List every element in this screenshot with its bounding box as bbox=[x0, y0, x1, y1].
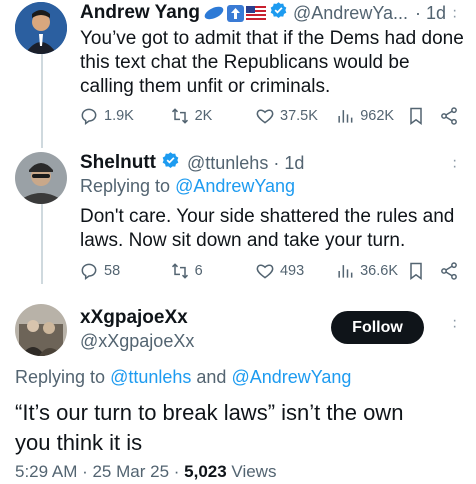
bookmark-button[interactable] bbox=[406, 106, 426, 126]
retweet-button[interactable]: 2K bbox=[170, 106, 227, 126]
mention-link[interactable]: @AndrewYang bbox=[231, 367, 351, 387]
more-options-icon[interactable]: · · bbox=[452, 153, 457, 175]
author-name[interactable]: xXgpajoeXx bbox=[80, 307, 188, 329]
views-count: 5,023 bbox=[184, 462, 227, 481]
more-options-icon[interactable]: · · bbox=[452, 313, 457, 335]
reply-button[interactable]: 58 bbox=[79, 261, 144, 281]
bookmark-icon bbox=[410, 262, 422, 280]
views-button[interactable]: 36.6K bbox=[335, 261, 398, 281]
share-button[interactable] bbox=[439, 106, 459, 126]
share-icon bbox=[441, 262, 457, 280]
author-name[interactable]: Andrew Yang bbox=[80, 2, 200, 24]
reply-button[interactable]: 1.9K bbox=[79, 106, 144, 126]
timestamp[interactable]: 5:29 AM · 25 Mar 25 · bbox=[15, 462, 184, 481]
more-options-icon[interactable]: · · bbox=[452, 3, 457, 25]
analytics-icon bbox=[338, 110, 353, 123]
avatar-shelnutt[interactable] bbox=[15, 152, 67, 204]
heart-icon bbox=[256, 109, 274, 124]
retweet-button[interactable]: 6 bbox=[170, 261, 227, 281]
follow-button[interactable]: Follow bbox=[331, 311, 424, 344]
mention-link[interactable]: @ttunlehs bbox=[110, 367, 191, 387]
flag-badges-icon bbox=[203, 4, 267, 22]
reply-icon bbox=[81, 108, 97, 125]
thread-line-1 bbox=[41, 52, 43, 148]
replying-to: Replying to @AndrewYang bbox=[80, 176, 296, 196]
avatar-andrew-yang[interactable] bbox=[15, 2, 67, 54]
retweet-icon bbox=[171, 108, 188, 124]
replying-to: Replying to @ttunlehs and @AndrewYang bbox=[15, 367, 352, 387]
tweet-meta: 5:29 AM · 25 Mar 25 · 5,023 Views bbox=[15, 462, 276, 482]
tweet-text: “It’s our turn to break laws” isn’t the … bbox=[15, 400, 404, 455]
views-button[interactable]: 962K bbox=[335, 106, 398, 126]
bookmark-icon bbox=[410, 107, 422, 125]
retweet-icon bbox=[171, 263, 188, 279]
author-handle[interactable]: @AndrewYa... bbox=[293, 3, 408, 24]
like-button[interactable]: 37.5K bbox=[255, 106, 323, 126]
author-handle[interactable]: @ttunlehs · 1d bbox=[187, 153, 304, 174]
avatar-xxgpajoexx[interactable] bbox=[15, 304, 67, 356]
bookmark-button[interactable] bbox=[406, 261, 426, 281]
tweet-actions: 58 6 493 36.6K bbox=[79, 261, 459, 281]
verified-badge-icon bbox=[269, 1, 288, 25]
views-label: Views bbox=[226, 462, 277, 481]
thread-line-2 bbox=[41, 202, 43, 284]
tweet-text: You’ve got to admit that if the Dems had… bbox=[80, 28, 464, 97]
share-button[interactable] bbox=[439, 261, 459, 281]
reply-icon bbox=[81, 263, 97, 280]
tweet-actions: 1.9K 2K 37.5K 962K bbox=[79, 106, 459, 126]
author-name[interactable]: Shelnutt bbox=[80, 152, 156, 174]
like-button[interactable]: 493 bbox=[255, 261, 323, 281]
author-handle[interactable]: @xXgpajoeXx bbox=[80, 331, 194, 352]
verified-badge-icon bbox=[161, 151, 180, 175]
heart-icon bbox=[256, 264, 274, 279]
tweet-time[interactable]: · 1d bbox=[415, 3, 446, 24]
tweet-text: Don't care. Your side shattered the rule… bbox=[80, 206, 455, 251]
mention-link[interactable]: @AndrewYang bbox=[175, 176, 295, 196]
share-icon bbox=[441, 107, 457, 125]
analytics-icon bbox=[338, 265, 353, 278]
